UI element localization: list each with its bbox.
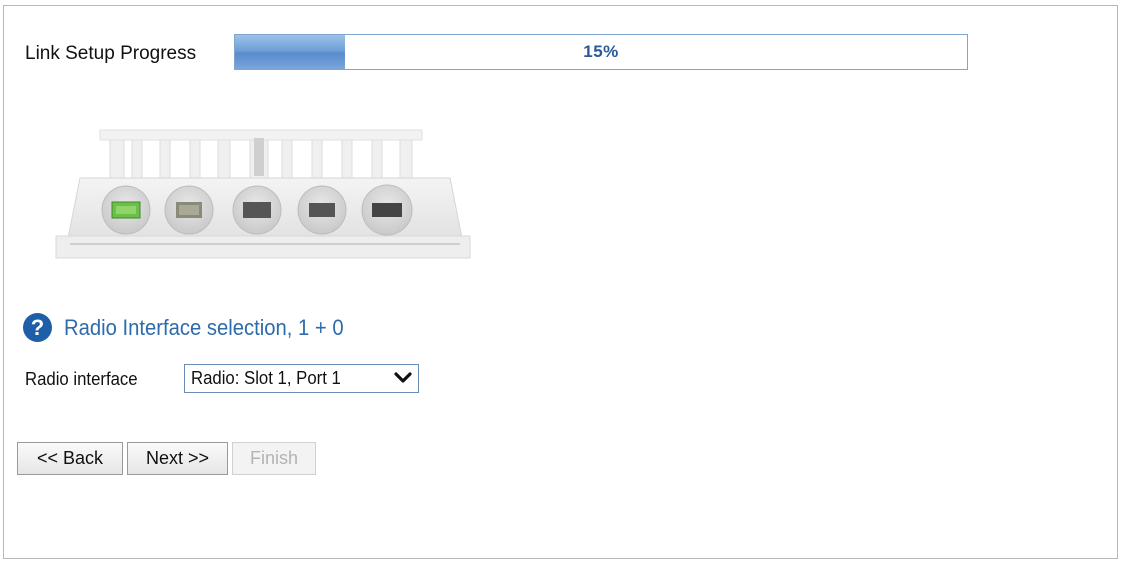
radio-unit-device-image — [50, 126, 476, 272]
radio-interface-label: Radio interface — [25, 369, 138, 389]
section-heading: ? Radio Interface selection, 1 + 0 — [23, 313, 368, 342]
finish-button: Finish — [232, 442, 316, 475]
progress-label: Link Setup Progress — [25, 43, 197, 64]
radio-interface-selected-value: Radio: Slot 1, Port 1 — [191, 368, 341, 388]
next-button[interactable]: Next >> — [127, 442, 228, 475]
radio-interface-select[interactable]: Radio: Slot 1, Port 1 — [184, 364, 419, 393]
help-icon[interactable]: ? — [23, 313, 52, 342]
wizard-panel: Link Setup Progress 15% ? Radio Interfac… — [3, 5, 1118, 559]
progress-bar: 15% — [234, 34, 968, 70]
chevron-down-icon — [394, 372, 412, 383]
progress-percent: 15% — [583, 42, 619, 61]
section-title: Radio Interface selection, 1 + 0 — [64, 314, 344, 340]
back-button[interactable]: << Back — [17, 442, 123, 475]
